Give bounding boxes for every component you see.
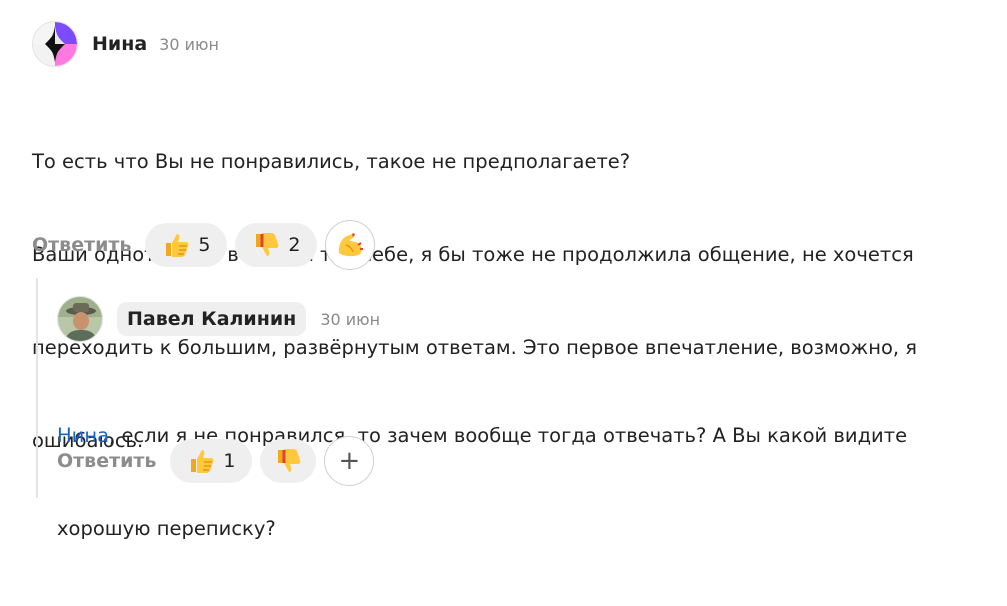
reply-button[interactable]: Ответить [57,450,156,472]
thumbs-up-icon [166,234,189,257]
thread-line [36,278,38,498]
thumbs-down-icon [278,449,301,472]
like-button[interactable]: 1 [170,439,253,483]
comment-date: 30 июн [159,34,219,54]
like-count: 1 [223,450,236,472]
user-photo-icon [58,297,102,341]
avatar[interactable] [32,21,78,67]
comment-text-line: То есть что Вы не понравились, такое не … [32,150,631,173]
dislike-button[interactable]: 2 [235,223,318,267]
like-button[interactable]: 5 [145,223,228,267]
plus-icon: + [338,446,361,476]
add-reaction-button[interactable]: + [324,436,375,486]
dislike-count: 2 [288,234,301,256]
author-name[interactable]: Нина [92,33,147,55]
author-name[interactable]: Павел Калинин [117,302,307,336]
comment-header: Павел Калинин 30 июн [57,296,380,342]
flexed-biceps-icon [339,233,364,257]
like-count: 5 [198,234,211,256]
comment-header: Нина 30 июн [32,21,219,67]
dislike-button[interactable] [260,439,317,483]
thumbs-down-icon [256,233,279,256]
thumbs-up-icon [191,450,214,473]
reply-button[interactable]: Ответить [32,234,131,256]
comment-actions: Ответить 5 2 [32,220,376,270]
avatar-logo-icon [33,22,77,66]
comment-date: 30 июн [320,309,381,329]
comment-actions: Ответить 1 + [57,436,375,486]
reaction-button[interactable] [325,220,376,270]
avatar[interactable] [57,296,103,342]
comment-text-line: хорошую переписку? [57,517,276,540]
